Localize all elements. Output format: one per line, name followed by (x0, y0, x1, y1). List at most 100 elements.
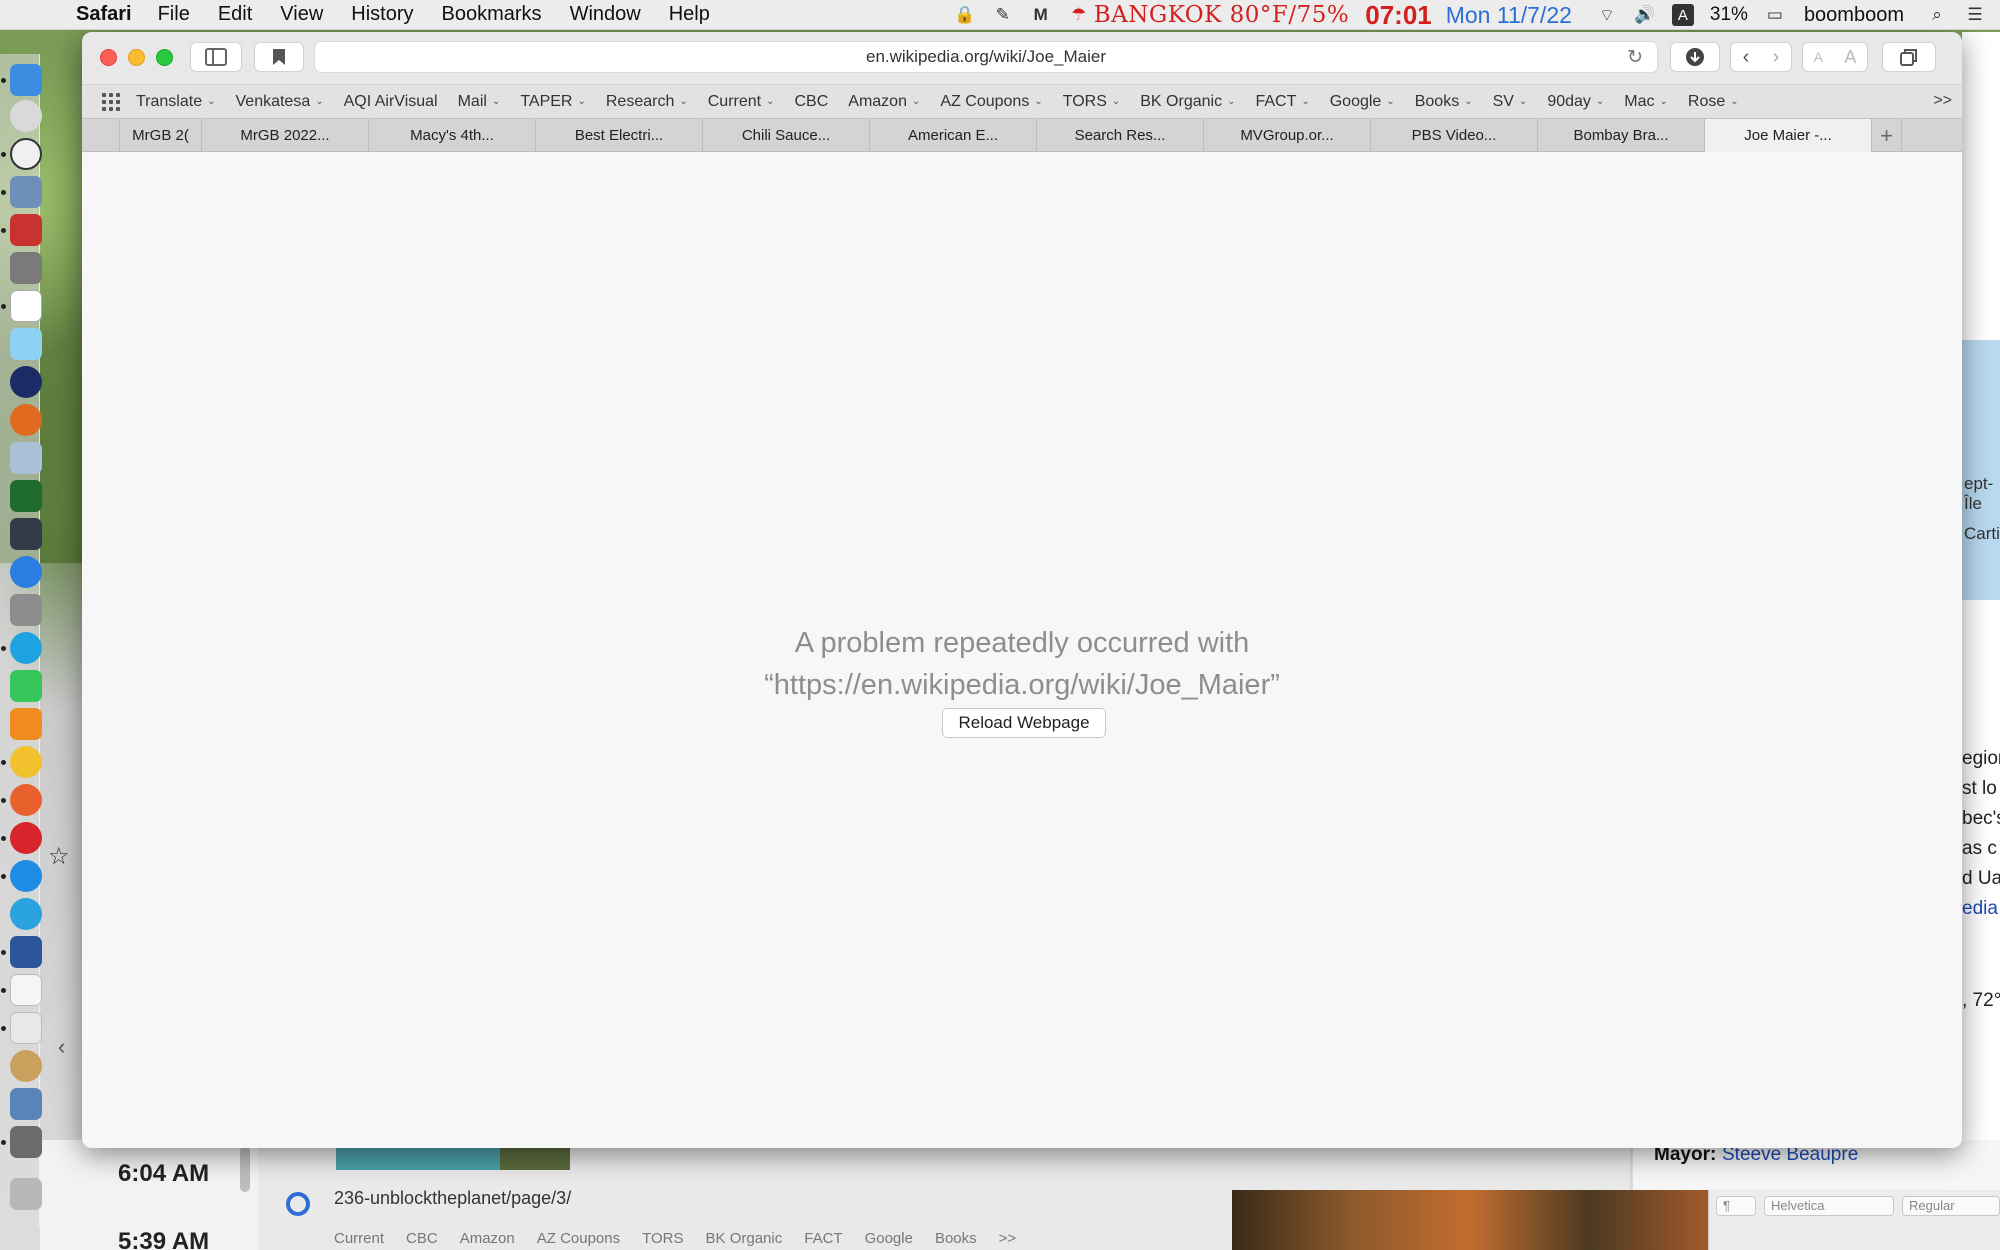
finder-icon[interactable] (10, 64, 42, 96)
trash-icon[interactable] (10, 1178, 42, 1210)
font-style-select[interactable]: Regular (1902, 1196, 2000, 1216)
safari-icon[interactable] (10, 860, 42, 892)
bookmark-item[interactable]: Current (334, 1230, 384, 1247)
weather-readout[interactable]: BANGKOK 80°F/75% (1094, 2, 1350, 28)
tab-chili-sauce[interactable]: Chili Sauce... (703, 119, 870, 152)
network-icon[interactable] (10, 1088, 42, 1120)
book-icon[interactable] (10, 214, 42, 246)
tab-overview-button[interactable] (1882, 42, 1936, 72)
split-icon[interactable] (10, 480, 42, 512)
battery-percent[interactable]: 31% (1710, 4, 1748, 26)
menu-edit[interactable]: Edit (218, 3, 252, 26)
firefox-icon[interactable] (10, 784, 42, 816)
opera-icon[interactable] (10, 822, 42, 854)
sidebar-toggle-button[interactable] (190, 42, 242, 72)
bookmark-current[interactable]: Current ⌄ (708, 93, 775, 111)
input-source-icon[interactable]: A (1671, 4, 1694, 26)
menu-help[interactable]: Help (669, 3, 710, 26)
volume-icon[interactable]: 🔊 (1632, 4, 1658, 26)
bookmark-books[interactable]: Books ⌄ (1415, 93, 1473, 111)
bookmark-item[interactable]: FACT (804, 1230, 842, 1247)
article-link[interactable]: edia (1962, 898, 2000, 920)
bookmark-translate[interactable]: Translate ⌄ (136, 93, 216, 111)
bookmark-fact[interactable]: FACT ⌄ (1255, 93, 1309, 111)
bookmark-research[interactable]: Research ⌄ (606, 93, 688, 111)
bookmark-aqi-airvisual[interactable]: AQI AirVisual (344, 93, 438, 111)
bookmark-amazon[interactable]: Amazon ⌄ (848, 93, 920, 111)
reload-icon[interactable]: ↻ (1627, 46, 1643, 69)
menu-window[interactable]: Window (570, 3, 641, 26)
tab-american-e[interactable]: American E... (870, 119, 1037, 152)
telegram-icon[interactable] (10, 898, 42, 930)
bookmark-bk-organic[interactable]: BK Organic ⌄ (1140, 93, 1235, 111)
battery-icon[interactable]: ▭ (1762, 4, 1788, 26)
timer-icon[interactable] (10, 138, 42, 170)
background-url[interactable]: 236-unblocktheplanet/page/3/ (334, 1188, 571, 1209)
bookmark-item[interactable]: Books (935, 1230, 977, 1247)
tab-best-electric[interactable]: Best Electri... (536, 119, 703, 152)
word-icon[interactable] (10, 936, 42, 968)
tab-joe-maier[interactable]: Joe Maier -... (1705, 119, 1872, 152)
utility-icon[interactable] (10, 442, 42, 474)
bookmarks-overflow-button[interactable]: >> (1933, 92, 1952, 110)
bookmark-mail[interactable]: Mail ⌄ (458, 93, 501, 111)
scanner-icon[interactable] (10, 594, 42, 626)
lock-app-icon[interactable] (10, 518, 42, 550)
control-center-icon[interactable]: ☰ (1962, 4, 1988, 26)
bookmark-90day[interactable]: 90day ⌄ (1547, 93, 1604, 111)
smaller-text-icon[interactable]: A (1814, 49, 1823, 65)
bookmark-sv[interactable]: SV ⌄ (1493, 93, 1528, 111)
tab-mrgb-1[interactable]: MrGB 2( (120, 119, 202, 152)
zoom-button[interactable] (156, 49, 173, 66)
bookmark-venkatesa[interactable]: Venkatesa ⌄ (236, 93, 324, 111)
tab-bombay-bra[interactable]: Bombay Bra... (1538, 119, 1705, 152)
bookmark-google[interactable]: Google ⌄ (1330, 93, 1395, 111)
bookmark-item[interactable]: Google (865, 1230, 913, 1247)
star-icon[interactable]: ☆ (48, 842, 70, 871)
tab-pbs-video[interactable]: PBS Video... (1371, 119, 1538, 152)
tab-mrgb-2022[interactable]: MrGB 2022... (202, 119, 369, 152)
bookmark-mac[interactable]: Mac ⌄ (1624, 93, 1668, 111)
bookmark-item[interactable]: Amazon (460, 1230, 515, 1247)
clock-date[interactable]: Mon 11/7/22 (1446, 2, 1572, 29)
reload-webpage-button[interactable]: Reload Webpage (942, 708, 1106, 738)
minimize-button[interactable] (128, 49, 145, 66)
bookmark-item[interactable]: AZ Coupons (537, 1230, 620, 1247)
bookmark-taper[interactable]: TAPER ⌄ (520, 93, 586, 111)
photos-icon[interactable] (10, 328, 42, 360)
user-menu[interactable]: boomboom (1804, 4, 1904, 27)
bookmark-rose[interactable]: Rose ⌄ (1688, 93, 1739, 111)
grid-icon[interactable] (102, 92, 120, 111)
malwarebytes-icon[interactable]: M (1028, 4, 1054, 26)
larger-text-icon[interactable]: A (1844, 47, 1856, 68)
menu-bookmarks[interactable]: Bookmarks (442, 3, 542, 26)
magnifier-icon[interactable] (10, 1050, 42, 1082)
vlc-icon[interactable] (10, 708, 42, 740)
check-circle-icon[interactable] (286, 1192, 310, 1216)
forward-icon[interactable]: › (1773, 46, 1780, 69)
bookmark-item[interactable]: CBC (406, 1230, 438, 1247)
lightning-icon[interactable] (10, 404, 42, 436)
search-icon[interactable]: ⌕ (1924, 4, 1950, 26)
back-icon[interactable]: ‹ (1743, 46, 1750, 69)
font-family-select[interactable]: Helvetica (1764, 1196, 1894, 1216)
bookmark-item[interactable]: BK Organic (706, 1230, 783, 1247)
app-menu[interactable]: Safari (76, 3, 132, 26)
x-icon[interactable] (10, 556, 42, 588)
tab-macys[interactable]: Macy's 4th... (369, 119, 536, 152)
bookmark-az-coupons[interactable]: AZ Coupons ⌄ (940, 93, 1042, 111)
menu-history[interactable]: History (351, 3, 413, 26)
address-bar[interactable]: en.wikipedia.org/wiki/Joe_Maier ↻ (314, 41, 1658, 73)
bookmark-cbc[interactable]: CBC (795, 93, 829, 111)
bookmarks-button[interactable] (254, 42, 304, 72)
archive-icon[interactable] (10, 1126, 42, 1158)
calendar-icon[interactable] (10, 290, 42, 322)
audio-icon[interactable] (10, 366, 42, 398)
textedit-icon[interactable] (10, 974, 42, 1006)
tab-search-results[interactable]: Search Res... (1037, 119, 1204, 152)
preview-icon[interactable] (10, 176, 42, 208)
scrollbar[interactable] (240, 1146, 250, 1192)
clock-icon[interactable] (10, 100, 42, 132)
bookmark-tors[interactable]: TORS ⌄ (1063, 93, 1121, 111)
chrome-icon[interactable] (10, 746, 42, 778)
